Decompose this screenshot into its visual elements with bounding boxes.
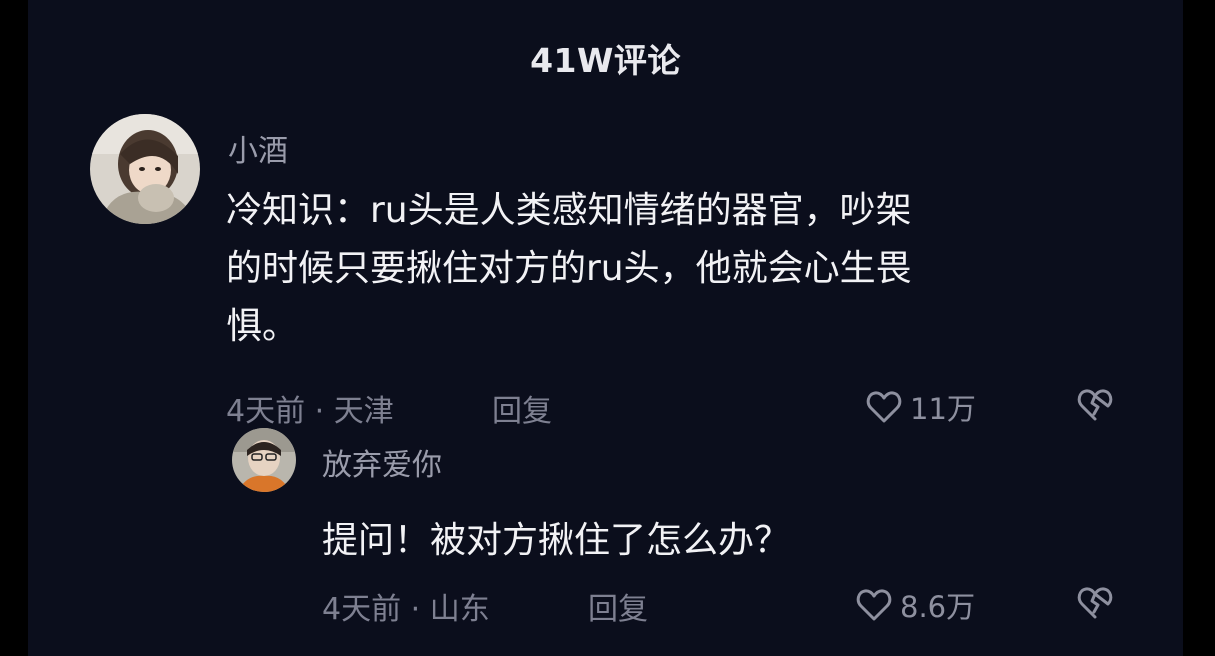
avatar[interactable]: [232, 428, 296, 492]
like-button[interactable]: 8.6万: [856, 584, 975, 626]
screen: 41W评论 小酒 冷知识：ru头是人类感知情绪的器官，吵架 的时候只要揪住对方的…: [0, 0, 1215, 656]
avatar[interactable]: [90, 114, 200, 224]
comment-panel: 41W评论 小酒 冷知识：ru头是人类感知情绪的器官，吵架 的时候只要揪住对方的…: [28, 0, 1183, 656]
dislike-button[interactable]: [1076, 586, 1114, 624]
heart-outline-icon: [856, 589, 892, 621]
comment-meta: 4天前 · 山东: [322, 592, 490, 627]
comments-count-title: 41W评论: [530, 41, 681, 80]
like-button[interactable]: 11万: [866, 386, 976, 428]
broken-heart-icon: [1077, 389, 1113, 421]
reply-button[interactable]: 回复: [588, 584, 648, 628]
broken-heart-icon: [1077, 587, 1113, 619]
like-count: 11万: [910, 392, 976, 426]
heart-outline-icon: [866, 391, 902, 423]
comment-username[interactable]: 小酒: [228, 126, 288, 170]
like-count: 8.6万: [900, 590, 976, 624]
comment-meta: 4天前 · 天津: [226, 394, 394, 429]
comment-text-line: 惧。: [226, 306, 299, 347]
dislike-button[interactable]: [1076, 388, 1114, 426]
comment-text: 提问！被对方揪住了怎么办？: [322, 520, 791, 561]
reply-button[interactable]: 回复: [492, 386, 552, 430]
comment-username[interactable]: 放弃爱你: [322, 440, 442, 484]
comment-text-line: 冷知识：ru头是人类感知情绪的器官，吵架: [226, 190, 912, 231]
comment-text-line: 的时候只要揪住对方的ru头，他就会心生畏: [226, 248, 912, 289]
